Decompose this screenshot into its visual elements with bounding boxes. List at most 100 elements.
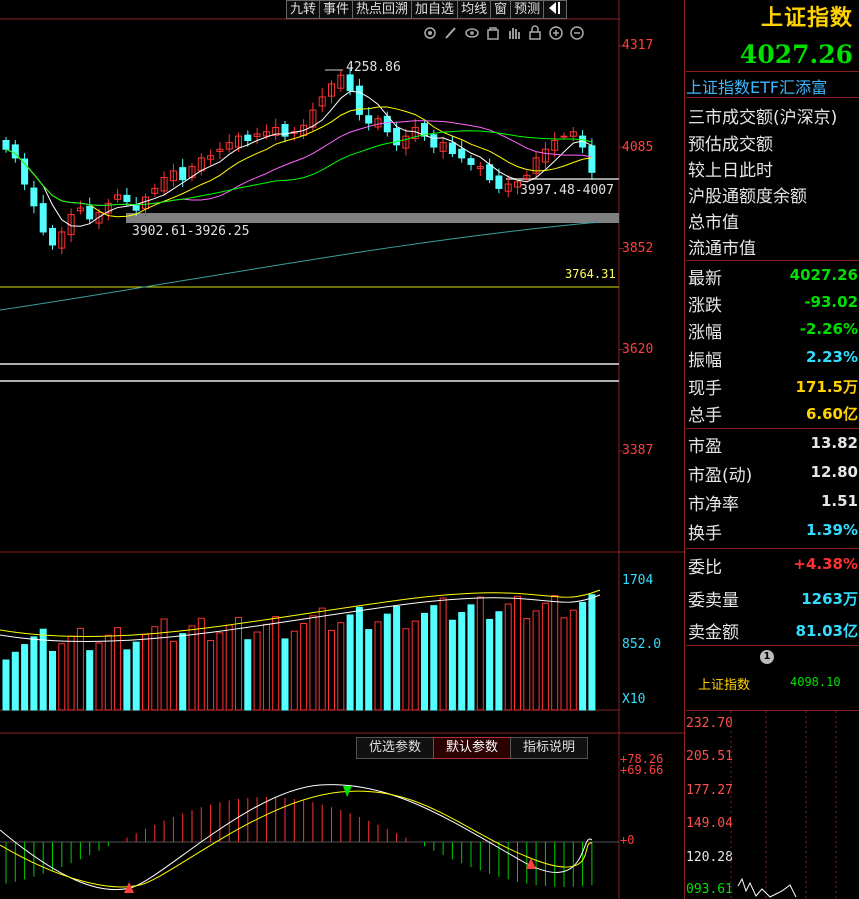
pen-icon[interactable] [443, 25, 459, 45]
volume-bar [39, 628, 47, 711]
candle-body [2, 140, 10, 150]
candle-body [355, 85, 363, 115]
etf-link[interactable]: 上证指数ETF汇添富 [686, 74, 858, 98]
ratio-label: 换手 [688, 524, 722, 544]
toolbar-event-button[interactable]: 事件 [319, 0, 354, 19]
volume-bar [225, 624, 233, 711]
moving-average-line [5, 106, 592, 218]
volume-bar [300, 623, 308, 711]
volume-bar [272, 616, 280, 711]
volume-bar [216, 632, 224, 711]
macd-tick: +69.66 [620, 763, 664, 777]
kline-chart-canvas[interactable] [0, 0, 686, 899]
candle-body [430, 134, 438, 148]
volume-bar [430, 605, 438, 711]
volume-unit: X10 [622, 692, 646, 707]
volume-bar [458, 612, 466, 711]
toolbar-add-watchlist-button[interactable]: 加自选 [411, 0, 459, 19]
volume-bar [188, 625, 196, 711]
candle-body [179, 167, 187, 181]
tab-default-params[interactable]: 默认参数 [433, 737, 512, 759]
toolbar-ma-button[interactable]: 均线 [457, 0, 492, 19]
ratio-label: 市盈(动) [688, 466, 753, 486]
top-toolbar: 九转 事件 热点回溯 加自选 均线 窗 预测 [286, 0, 568, 19]
volume-bar [11, 651, 19, 711]
ratio-value: 1.51 [820, 492, 858, 510]
volume-bar [21, 644, 29, 711]
volume-bar [346, 614, 354, 711]
toolbar-jiuzhuan-button[interactable]: 九转 [286, 0, 321, 19]
stat-value: -93.02 [804, 293, 858, 311]
volume-bar [355, 606, 363, 711]
macd-dea-line [0, 790, 593, 888]
level-annotation: 3764.31 [565, 267, 616, 281]
collapse-arrow-icon[interactable] [543, 0, 568, 19]
volume-bar [365, 629, 373, 711]
stat-value: -2.26% [799, 320, 858, 338]
chart-tool-icons [422, 25, 585, 45]
gap-upper-annotation: 3997.48-4007 [520, 183, 614, 198]
volume-bar [281, 638, 289, 711]
volume-bar [476, 596, 484, 711]
tab-optimized-params[interactable]: 优选参数 [356, 737, 435, 759]
volume-bar [393, 605, 401, 711]
candle-body [244, 134, 252, 142]
order-value: 81.03亿 [795, 622, 858, 640]
ratio-pb: 市净率 1.51 [688, 490, 858, 515]
info-vs-yesterday[interactable]: 较上日此时 [688, 156, 773, 181]
mini-index-value: 4098.10 [790, 675, 841, 689]
volume-bar [197, 617, 205, 711]
panel-divider [684, 0, 685, 899]
hand-icon[interactable] [506, 25, 522, 45]
order-sell-amount: 卖金额 81.03亿 [688, 618, 858, 643]
volume-bar [495, 611, 503, 711]
ratio-value: 12.80 [810, 463, 858, 481]
toolbar-forecast-button[interactable]: 预测 [510, 0, 545, 19]
toolbar-window-button[interactable]: 窗 [490, 0, 512, 19]
volume-bar [541, 602, 549, 711]
bag-icon[interactable] [485, 25, 501, 45]
lock-icon[interactable] [527, 25, 543, 45]
volume-bar [290, 630, 298, 711]
zoom-in-icon[interactable] [548, 25, 564, 45]
settings-icon[interactable] [422, 25, 438, 45]
volume-bar [523, 618, 531, 711]
volume-ma-line [0, 594, 601, 643]
tab-indicator-help[interactable]: 指标说明 [510, 737, 589, 759]
price-tick: 3852 [622, 241, 654, 256]
volume-bar [207, 640, 215, 711]
volume-bar [579, 601, 587, 711]
toolbar-hotspot-review-button[interactable]: 热点回溯 [352, 0, 413, 19]
info-total-market-cap[interactable]: 总市值 [688, 208, 739, 233]
eye-icon[interactable] [464, 25, 480, 45]
candle-body [86, 205, 94, 220]
info-float-market-cap[interactable]: 流通市值 [688, 234, 756, 259]
volume-tick: 1704 [622, 573, 654, 588]
moving-average-line [5, 90, 593, 227]
candle-body [39, 203, 47, 233]
candle-body [495, 175, 503, 189]
candle-body [588, 145, 596, 173]
volume-bar [411, 620, 419, 711]
zoom-out-icon[interactable] [569, 25, 585, 45]
volume-bar [262, 623, 270, 711]
info-northbound-quota[interactable]: 沪股通额度余额 [688, 182, 807, 207]
volume-bar [421, 612, 428, 711]
info-turnover-three-markets[interactable]: 三市成交额(沪深京) [688, 103, 837, 128]
volume-bar [104, 634, 112, 711]
stat-change-pct: 涨幅 -2.26% [688, 318, 858, 343]
macd-tick: +0 [620, 833, 635, 847]
volume-bar [142, 633, 149, 711]
ratio-label: 市盈 [688, 437, 722, 457]
volume-bar [374, 621, 382, 711]
mini-price-line [737, 877, 797, 898]
mini-chart [730, 711, 837, 899]
info-icon[interactable]: 1 [760, 650, 774, 664]
info-estimated-turnover[interactable]: 预估成交额 [688, 130, 773, 155]
gap-band-lower [126, 213, 619, 223]
volume-bar [253, 631, 261, 711]
volume-bar [244, 639, 252, 711]
divider [686, 71, 859, 72]
candle-body [458, 148, 466, 159]
volume-bar [318, 607, 326, 711]
